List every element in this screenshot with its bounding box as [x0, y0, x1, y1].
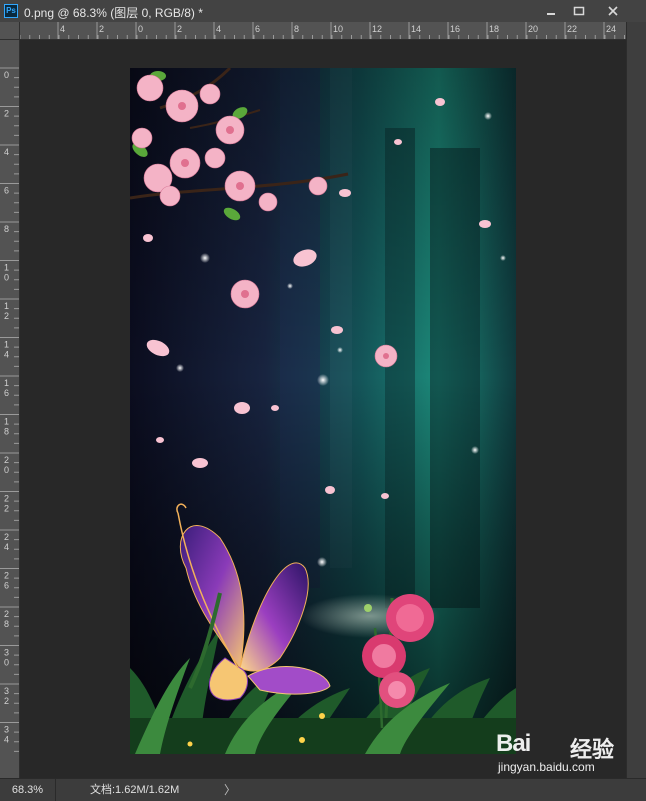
ruler-label: 0	[138, 24, 143, 34]
close-button[interactable]	[600, 2, 626, 20]
ruler-origin[interactable]	[0, 22, 20, 40]
ruler-label: 0	[4, 273, 9, 283]
ruler-label: 8	[294, 24, 299, 34]
ruler-label: 6	[4, 581, 9, 591]
ruler-label: 6	[4, 186, 9, 196]
document-title[interactable]: 0.png @ 68.3% (图层 0, RGB/8) *	[24, 4, 203, 21]
ruler-label: 2	[4, 494, 9, 504]
ruler-label: 4	[4, 147, 9, 157]
watermark-url: jingyan.baidu.com	[498, 760, 595, 774]
ruler-label: 2	[4, 504, 9, 514]
ruler-label: 24	[606, 24, 616, 34]
ruler-label: 2	[4, 571, 9, 581]
minimize-button[interactable]	[538, 2, 564, 20]
ruler-label: 1	[4, 378, 9, 388]
minimize-icon	[547, 13, 555, 15]
horizontal-ruler[interactable]: 4 2 0 2 4 6 8 10 12 14 16 18 20 22 24	[20, 22, 626, 40]
ruler-label: 12	[372, 24, 382, 34]
ruler-label: 8	[4, 427, 9, 437]
ruler-label: 1	[4, 417, 9, 427]
ruler-label: 0	[4, 658, 9, 668]
ruler-label: 10	[333, 24, 343, 34]
baidu-logo: Bai	[496, 730, 531, 757]
ruler-label: 4	[4, 350, 9, 360]
zoom-level-field[interactable]: 68.3%	[0, 779, 56, 801]
ruler-label: 2	[177, 24, 182, 34]
ruler-label: 1	[4, 301, 9, 311]
ruler-label: 2	[4, 109, 9, 119]
ruler-label: 6	[255, 24, 260, 34]
ruler-label: 18	[489, 24, 499, 34]
ruler-label: 22	[567, 24, 577, 34]
baidu-jingyan-watermark: Bai 经验 jingyan.baidu.com	[496, 730, 616, 776]
ruler-label: 14	[411, 24, 421, 34]
ruler-label: 0	[4, 70, 9, 80]
ruler-label: 4	[4, 735, 9, 745]
ruler-label: 6	[4, 388, 9, 398]
document-size-info[interactable]: 文档:1.62M/1.62M	[90, 779, 179, 801]
ruler-label: 2	[4, 696, 9, 706]
photoshop-icon: Ps	[4, 4, 18, 18]
ruler-label: 4	[60, 24, 65, 34]
vertical-scrollbar[interactable]	[626, 22, 646, 778]
image-canvas[interactable]	[130, 68, 516, 754]
ruler-label: 2	[4, 609, 9, 619]
status-bar: 68.3% 文档:1.62M/1.62M 〉	[0, 778, 646, 801]
ruler-label: 1	[4, 263, 9, 273]
close-icon	[608, 6, 618, 16]
ruler-label: 16	[450, 24, 460, 34]
ruler-label: 8	[4, 224, 9, 234]
ruler-label: 3	[4, 725, 9, 735]
ruler-label: 3	[4, 686, 9, 696]
maximize-icon	[573, 6, 585, 16]
ruler-label: 3	[4, 648, 9, 658]
fairy-forest-image	[130, 68, 516, 754]
maximize-button[interactable]	[566, 2, 592, 20]
ruler-label: 20	[528, 24, 538, 34]
ruler-label: 0	[4, 465, 9, 475]
ruler-label: 2	[4, 455, 9, 465]
ruler-label: 2	[4, 532, 9, 542]
ruler-label: 4	[216, 24, 221, 34]
vertical-ruler[interactable]: 0246810121416182022242628303234	[0, 40, 20, 778]
status-menu-arrow-icon[interactable]: 〉	[224, 779, 236, 801]
ruler-label: 8	[4, 619, 9, 629]
ruler-label: 2	[99, 24, 104, 34]
ruler-label: 4	[4, 542, 9, 552]
ruler-label: 1	[4, 340, 9, 350]
ruler-label: 2	[4, 311, 9, 321]
document-tab-bar: Ps 0.png @ 68.3% (图层 0, RGB/8) *	[0, 0, 646, 23]
